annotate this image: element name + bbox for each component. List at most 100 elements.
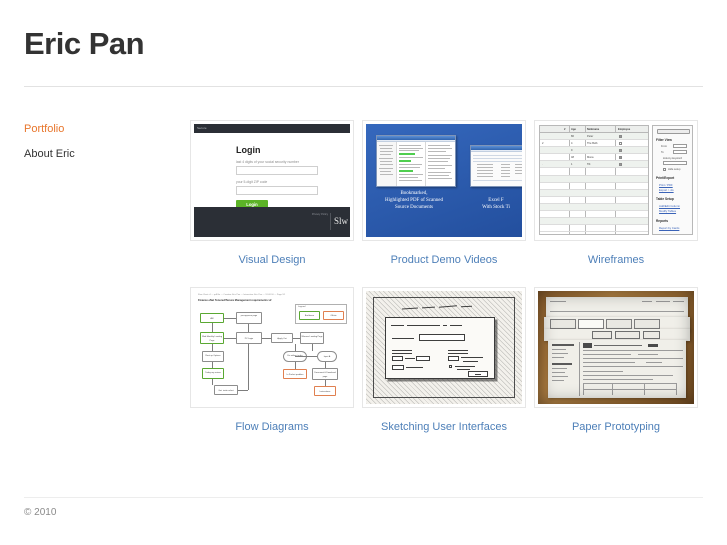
sketch-left-button-2[interactable] xyxy=(392,365,404,370)
thumbnail-flow-diagram: Flow Chart v1 — pdf file — Creative: Eri… xyxy=(194,291,350,404)
login-mockup: Secure Login last 4 digits of your socia… xyxy=(194,124,350,237)
caption-flow-diagrams[interactable]: Flow Diagrams xyxy=(190,420,354,434)
window-content xyxy=(377,142,455,186)
mockup-footer-note: Privacy Policy xyxy=(311,213,328,216)
col-header-nickname: Nickname xyxy=(587,127,600,131)
sketch-stroke xyxy=(463,360,478,362)
table-row[interactable]: . 1 Tilt xyxy=(540,161,648,169)
sketch-pin-input[interactable] xyxy=(419,334,465,341)
table-row[interactable] xyxy=(540,204,648,212)
cell-employee-checkbox[interactable] xyxy=(619,149,622,153)
thumbnail-sketch xyxy=(366,291,522,404)
table-row[interactable] xyxy=(540,211,648,219)
add-assignment-button[interactable] xyxy=(657,129,690,134)
section-title-print-export: Print/Export xyxy=(656,176,675,180)
sketch-title-stroke xyxy=(443,325,447,327)
gallery-item-sketching-user-interfaces[interactable]: Sketching User Interfaces xyxy=(362,287,534,434)
mockup-browser-label: Secure xyxy=(197,126,207,130)
section-title-filter-view: Filter View xyxy=(656,138,672,142)
cell-nickname: Tilt xyxy=(587,163,591,167)
link-report-by-cards[interactable]: Report by Cards xyxy=(659,226,679,230)
pencil-sketch xyxy=(366,291,522,404)
node-today-my-review: Today my review xyxy=(202,368,224,379)
connector xyxy=(212,362,213,368)
node-input-a: Input A xyxy=(317,351,337,362)
cell-employee-checkbox[interactable] xyxy=(619,163,622,167)
table-row[interactable]: 86 Peter xyxy=(540,133,648,141)
thumbnail-visual-design: Secure Login last 4 digits of your socia… xyxy=(194,124,350,237)
link-add-edit-column[interactable]: Add/Edit Column xyxy=(659,204,680,208)
thumbnail-card[interactable] xyxy=(534,287,698,408)
caption-product-demo-videos[interactable]: Product Demo Videos xyxy=(362,253,526,267)
link-modify-tables[interactable]: Modify Tables xyxy=(659,209,676,213)
thumbnail-wireframe: # Age Nickname Employee 86 Peter 2 4 The… xyxy=(538,124,694,237)
mockup-footer-divider xyxy=(330,213,331,230)
cell-age: 4 xyxy=(571,142,573,146)
sidebar-item-portfolio[interactable]: Portfolio xyxy=(24,122,174,136)
thumbnail-card[interactable]: # Age Nickname Employee 86 Peter 2 4 The… xyxy=(534,120,698,241)
photo-vignette xyxy=(538,291,694,404)
sketch-checkbox[interactable] xyxy=(449,365,453,369)
table-row[interactable] xyxy=(540,189,648,197)
thumbnail-card[interactable]: Bookmarked, Highlighted PDF of Scanned S… xyxy=(362,120,526,241)
table-row[interactable] xyxy=(540,197,648,204)
connector xyxy=(262,338,271,339)
sketch-stroke xyxy=(457,369,470,370)
caption-sketching-user-interfaces[interactable]: Sketching User Interfaces xyxy=(362,420,526,434)
cell-age: 9 xyxy=(571,149,573,153)
node-instructions: Instructions xyxy=(314,386,336,396)
sidebar-item-about-eric[interactable]: About Eric xyxy=(24,147,174,161)
thumbnail-card[interactable] xyxy=(362,287,526,408)
pdf-page-2 xyxy=(426,142,455,186)
mockup-input-zip[interactable] xyxy=(236,186,318,195)
cell-employee-checkbox[interactable] xyxy=(619,156,622,160)
mockup-label-zip: your 5-digit ZIP code xyxy=(236,180,268,184)
gallery-item-product-demo-videos[interactable]: Bookmarked, Highlighted PDF of Scanned S… xyxy=(362,120,534,267)
connector xyxy=(248,344,249,390)
sketch-ok-label-stroke xyxy=(475,373,481,375)
sketch-left-button-1[interactable] xyxy=(392,356,403,361)
gallery-item-paper-prototyping[interactable]: Paper Prototyping xyxy=(534,287,706,434)
sketch-field-label-stroke xyxy=(392,338,414,339)
table-row[interactable] xyxy=(540,169,648,176)
gallery-item-wireframes[interactable]: # Age Nickname Employee 86 Peter 2 4 The… xyxy=(534,120,706,267)
mockup-input-ssn[interactable] xyxy=(236,166,318,175)
filter-from-input[interactable] xyxy=(673,144,687,148)
sketch-left-field-1[interactable] xyxy=(416,356,430,361)
thumbnail-card[interactable]: Flow Chart v1 — pdf file — Creative: Eri… xyxy=(190,287,354,408)
cell-age: 48 xyxy=(571,156,574,160)
table-row[interactable]: 9 xyxy=(540,147,648,155)
table-row[interactable]: 48 Mona xyxy=(540,154,648,162)
connector xyxy=(293,338,300,339)
connector xyxy=(295,356,317,357)
link-export-xls[interactable]: Export / .xls xyxy=(659,188,674,192)
cell-employee-checkbox[interactable] xyxy=(619,142,622,146)
sketch-stroke xyxy=(405,358,415,359)
table-row[interactable] xyxy=(540,175,648,183)
caption-line: Excel F xyxy=(488,198,504,203)
hide-setup-checkbox[interactable] xyxy=(663,168,666,171)
filter-keyword-input[interactable] xyxy=(663,161,687,165)
caption-visual-design[interactable]: Visual Design xyxy=(190,253,354,267)
connector xyxy=(325,362,326,368)
gallery-item-flow-diagrams[interactable]: Flow Chart v1 — pdf file — Creative: Eri… xyxy=(190,287,362,434)
gallery-row: Secure Login last 4 digits of your socia… xyxy=(190,120,706,267)
gallery-item-visual-design[interactable]: Secure Login last 4 digits of your socia… xyxy=(190,120,362,267)
table-row[interactable] xyxy=(540,218,648,226)
flow-diagram: Flow Chart v1 — pdf file — Creative: Eri… xyxy=(194,291,350,404)
thumbnail-card[interactable]: Secure Login last 4 digits of your socia… xyxy=(190,120,354,241)
filter-to-input[interactable] xyxy=(673,150,687,154)
link-print-pdf[interactable]: Print / PDF xyxy=(659,183,673,187)
col-header-num: # xyxy=(564,127,566,131)
caption-paper-prototyping[interactable]: Paper Prototyping xyxy=(534,420,698,434)
cell-nickname: Peter xyxy=(587,135,594,138)
table-row[interactable]: 2 4 The Bulb xyxy=(540,140,648,148)
mockup-body: Login last 4 digits of your social secur… xyxy=(194,133,350,209)
table-row[interactable] xyxy=(540,183,648,190)
gallery-row: Flow Chart v1 — pdf file — Creative: Eri… xyxy=(190,287,706,434)
legend-title: Legend xyxy=(298,306,306,308)
sketch-right-button-1[interactable] xyxy=(448,356,459,361)
table-row[interactable] xyxy=(540,225,648,233)
caption-wireframes[interactable]: Wireframes xyxy=(534,253,698,267)
cell-employee-checkbox[interactable] xyxy=(619,135,622,138)
